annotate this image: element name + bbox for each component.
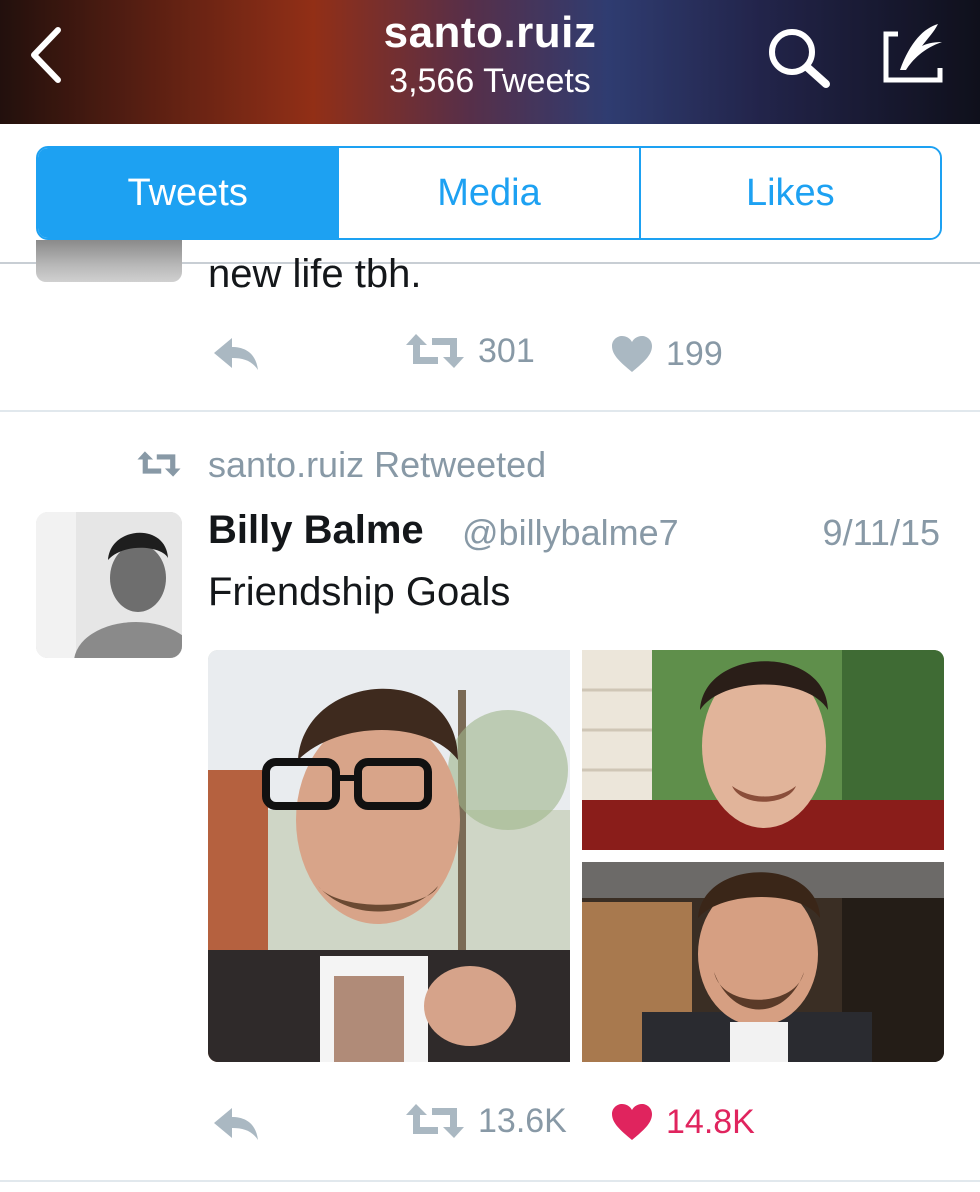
heart-icon bbox=[612, 336, 652, 372]
heart-icon bbox=[612, 1104, 652, 1140]
profile-header: santo.ruiz 3,566 Tweets bbox=[0, 0, 980, 124]
tab-media[interactable]: Media bbox=[337, 148, 639, 238]
retweet-icon bbox=[136, 448, 182, 485]
retweet-button[interactable]: 13.6K bbox=[404, 1100, 567, 1142]
like-count: 14.8K bbox=[666, 1102, 755, 1141]
reply-icon bbox=[214, 1108, 258, 1140]
reply-icon bbox=[214, 338, 258, 370]
avatar[interactable] bbox=[36, 512, 182, 658]
retweet-icon bbox=[406, 1104, 464, 1138]
retweet-icon bbox=[406, 334, 464, 368]
author-handle[interactable]: @billybalme7 bbox=[462, 512, 679, 554]
retweet-count: 301 bbox=[478, 331, 535, 370]
author-name[interactable]: Billy Balme bbox=[208, 508, 424, 553]
compose-icon[interactable] bbox=[878, 18, 948, 88]
tweet-text: Friendship Goals bbox=[208, 570, 511, 614]
retweet-count: 13.6K bbox=[478, 1101, 567, 1140]
reply-button[interactable] bbox=[212, 1106, 260, 1144]
search-icon[interactable] bbox=[764, 24, 834, 90]
retweet-context[interactable]: santo.ruiz Retweeted bbox=[208, 444, 546, 486]
tab-tweets[interactable]: Tweets bbox=[38, 148, 338, 238]
tab-likes[interactable]: Likes bbox=[638, 148, 940, 238]
tweet-photo[interactable] bbox=[208, 650, 570, 1062]
tweet-text: new life tbh. bbox=[208, 252, 422, 296]
reply-button[interactable] bbox=[212, 336, 260, 374]
tweet-date: 9/11/15 bbox=[822, 512, 940, 553]
divider bbox=[0, 410, 980, 412]
avatar[interactable] bbox=[36, 240, 182, 282]
profile-tabs: Tweets Media Likes bbox=[36, 146, 942, 240]
like-count: 199 bbox=[666, 334, 723, 373]
tweet-photo[interactable] bbox=[582, 862, 944, 1062]
like-button[interactable]: 199 bbox=[610, 334, 723, 374]
retweet-button[interactable]: 301 bbox=[404, 330, 535, 372]
tweet-photo[interactable] bbox=[582, 650, 944, 850]
like-button[interactable]: 14.8K bbox=[610, 1102, 755, 1142]
divider bbox=[0, 1180, 980, 1182]
